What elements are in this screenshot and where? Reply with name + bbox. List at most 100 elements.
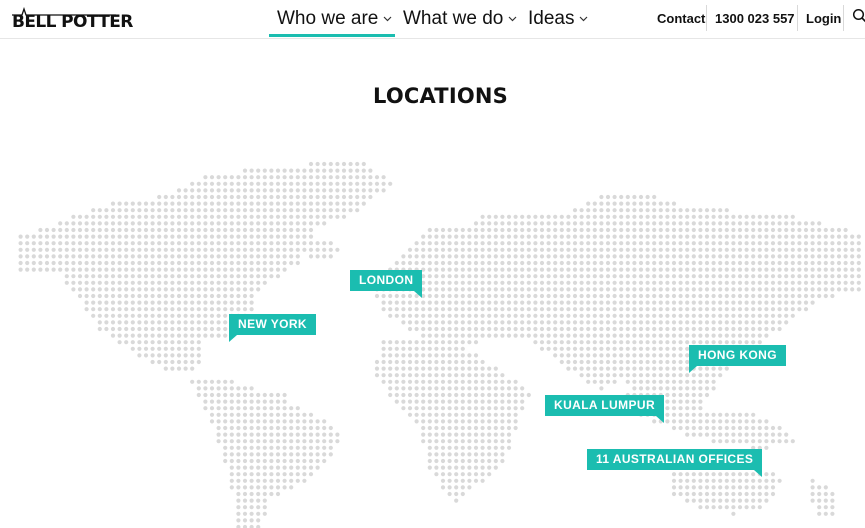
- map-dot: [704, 366, 710, 371]
- nav-ideas[interactable]: Ideas: [528, 0, 588, 37]
- map-dot: [242, 300, 248, 305]
- map-dot: [770, 214, 776, 219]
- map-dot: [434, 241, 439, 246]
- map-dot: [440, 412, 446, 417]
- search-icon[interactable]: [852, 8, 865, 24]
- map-dot: [460, 313, 465, 318]
- map-dot: [493, 214, 498, 219]
- bell-potter-logo[interactable]: BELL POTTER: [10, 4, 133, 34]
- map-dot: [764, 293, 769, 299]
- map-dot: [678, 478, 683, 483]
- map-dot: [533, 267, 538, 272]
- map-dot: [533, 221, 538, 226]
- map-dot: [322, 452, 327, 457]
- map-dot: [427, 340, 432, 345]
- map-dot: [731, 307, 736, 312]
- map-dot: [698, 498, 703, 503]
- map-dot: [176, 359, 182, 365]
- map-dot: [414, 260, 419, 266]
- map-dot: [658, 201, 663, 206]
- map-dot: [856, 241, 861, 246]
- map-dot: [678, 366, 683, 371]
- location-pin-kuala-lumpur[interactable]: KUALA LUMPUR: [545, 395, 665, 423]
- map-dot: [229, 419, 234, 424]
- map-dot: [407, 392, 413, 398]
- map-dot: [546, 313, 551, 318]
- map-dot: [262, 175, 267, 180]
- map-dot: [704, 419, 710, 424]
- map-dot: [757, 333, 762, 338]
- map-dot: [460, 439, 465, 444]
- map-dot: [249, 452, 254, 457]
- map-dot: [751, 234, 756, 239]
- map-dot: [685, 254, 690, 259]
- map-dot: [427, 346, 432, 351]
- contact-link[interactable]: Contact: [657, 0, 705, 37]
- map-dot: [698, 260, 703, 266]
- map-dot: [526, 326, 531, 332]
- nav-what-we-do[interactable]: What we do: [403, 0, 517, 37]
- map-dot: [711, 274, 716, 279]
- map-dot: [704, 412, 710, 417]
- map-dot: [777, 254, 782, 259]
- map-dot: [579, 234, 584, 239]
- map-dot: [539, 313, 545, 318]
- map-dot: [724, 412, 729, 417]
- map-dot: [487, 320, 492, 325]
- nav-who-we-are[interactable]: Who we are: [277, 0, 392, 37]
- map-dot: [163, 353, 168, 358]
- map-dot: [302, 227, 307, 233]
- map-dot: [658, 359, 663, 365]
- map-dot: [302, 452, 307, 457]
- map-dot: [223, 181, 228, 186]
- map-dot: [737, 227, 743, 233]
- location-pin-london[interactable]: LONDON: [350, 270, 423, 298]
- map-dot: [427, 353, 432, 358]
- map-dot: [223, 458, 228, 464]
- map-dot: [157, 359, 162, 365]
- phone-link[interactable]: 1300 023 557: [715, 0, 795, 37]
- map-dot: [236, 287, 241, 292]
- map-dot: [447, 234, 452, 239]
- map-dot: [533, 247, 538, 252]
- map-dot: [526, 254, 531, 259]
- map-dot: [533, 280, 538, 285]
- map-dot: [797, 260, 802, 266]
- map-dot: [645, 366, 650, 371]
- map-dot: [447, 333, 452, 338]
- map-dot: [460, 280, 465, 285]
- location-pin-new-york[interactable]: NEW YORK: [229, 314, 316, 342]
- map-dot: [427, 267, 432, 272]
- map-dot: [229, 181, 234, 186]
- map-dot: [757, 241, 762, 246]
- map-dot: [183, 201, 188, 206]
- map-dot: [407, 307, 413, 312]
- map-dot: [685, 478, 690, 483]
- map-dot: [91, 221, 96, 226]
- map-dot: [440, 313, 446, 318]
- location-pin-hong-kong[interactable]: HONG KONG: [689, 345, 786, 373]
- map-dot: [467, 366, 472, 371]
- map-dot: [447, 452, 452, 457]
- map-dot: [665, 221, 670, 226]
- map-dot: [737, 247, 743, 252]
- map-dot: [249, 267, 254, 272]
- map-dot: [506, 425, 512, 431]
- map-dot: [236, 485, 241, 490]
- map-dot: [150, 208, 155, 213]
- map-dot: [454, 247, 459, 252]
- map-dot: [460, 412, 465, 417]
- map-dot: [137, 254, 142, 259]
- map-dot: [203, 214, 208, 219]
- map-dot: [289, 247, 294, 252]
- map-dot: [104, 326, 109, 332]
- map-dot: [777, 214, 782, 219]
- map-dot: [830, 227, 835, 233]
- map-dot: [176, 221, 182, 226]
- login-link[interactable]: Login: [806, 0, 841, 37]
- map-dot: [256, 432, 261, 437]
- map-dot: [249, 300, 254, 305]
- map-dot: [163, 293, 168, 299]
- location-pin-australian-offices[interactable]: 11 AUSTRALIAN OFFICES: [587, 449, 763, 477]
- map-dot: [440, 485, 446, 490]
